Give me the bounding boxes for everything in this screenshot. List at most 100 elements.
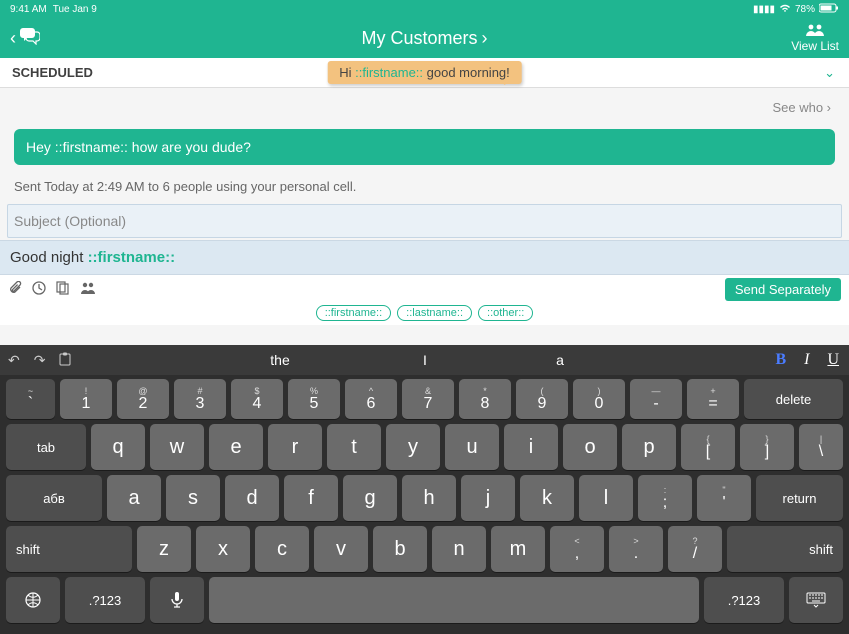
key-l[interactable]: l bbox=[579, 475, 633, 521]
key-i[interactable]: i bbox=[504, 424, 558, 470]
key-r[interactable]: r bbox=[268, 424, 322, 470]
key-tab[interactable]: tab bbox=[6, 424, 86, 470]
key-u[interactable]: u bbox=[445, 424, 499, 470]
key-g[interactable]: g bbox=[343, 475, 397, 521]
wifi-icon bbox=[779, 3, 791, 16]
key-shift-left[interactable]: shift bbox=[6, 526, 132, 572]
key-left-bracket[interactable]: {[ bbox=[681, 424, 735, 470]
key-semicolon[interactable]: :; bbox=[638, 475, 692, 521]
chevron-down-icon[interactable]: ⌄ bbox=[824, 65, 835, 81]
key-j[interactable]: j bbox=[461, 475, 515, 521]
key-lang[interactable]: абв bbox=[6, 475, 102, 521]
key-space[interactable] bbox=[209, 577, 699, 623]
key-quote[interactable]: "' bbox=[697, 475, 751, 521]
placeholder-pills: ::firstname:: ::lastname:: ::other:: bbox=[0, 303, 849, 325]
key-s[interactable]: s bbox=[166, 475, 220, 521]
suggestion-2[interactable]: I bbox=[375, 352, 475, 368]
italic-icon[interactable]: I bbox=[804, 351, 809, 369]
send-separately-button[interactable]: Send Separately bbox=[725, 278, 841, 301]
scheduled-label: SCHEDULED bbox=[12, 65, 93, 80]
key-t[interactable]: t bbox=[327, 424, 381, 470]
compose-toolbar: Send Separately bbox=[0, 275, 849, 303]
page-title-button[interactable]: My Customers › bbox=[361, 28, 487, 49]
suggestion-1[interactable]: the bbox=[230, 352, 330, 368]
key-k[interactable]: k bbox=[520, 475, 574, 521]
status-bar: 9:41 AM Tue Jan 9 ▮▮▮▮ 78% bbox=[0, 0, 849, 18]
key-globe[interactable] bbox=[6, 577, 60, 623]
people-icon bbox=[806, 24, 824, 39]
message-body-input[interactable]: Good night ::firstname:: bbox=[0, 240, 849, 275]
key-h[interactable]: h bbox=[402, 475, 456, 521]
battery-pct: 78% bbox=[795, 4, 815, 15]
undo-icon[interactable]: ↶ bbox=[8, 352, 20, 369]
key-right-bracket[interactable]: }] bbox=[740, 424, 794, 470]
pill-other[interactable]: ::other:: bbox=[478, 305, 533, 321]
key-2[interactable]: @2 bbox=[117, 379, 169, 419]
key-tilde[interactable]: ~` bbox=[6, 379, 55, 419]
key-q[interactable]: q bbox=[91, 424, 145, 470]
status-time: 9:41 AM bbox=[10, 4, 47, 15]
key-mic[interactable] bbox=[150, 577, 204, 623]
key-dismiss-keyboard[interactable] bbox=[789, 577, 843, 623]
key-backslash[interactable]: |\ bbox=[799, 424, 843, 470]
key-num-left[interactable]: .?123 bbox=[65, 577, 145, 623]
onscreen-keyboard: ↶ ↷ the I a B I U ~` !1 @2 #3 $4 %5 ^6 &… bbox=[0, 345, 849, 634]
key-8[interactable]: *8 bbox=[459, 379, 511, 419]
key-9[interactable]: (9 bbox=[516, 379, 568, 419]
key-c[interactable]: c bbox=[255, 526, 309, 572]
key-p[interactable]: p bbox=[622, 424, 676, 470]
key-3[interactable]: #3 bbox=[174, 379, 226, 419]
key-a[interactable]: a bbox=[107, 475, 161, 521]
template-icon[interactable] bbox=[56, 281, 70, 298]
clock-icon[interactable] bbox=[32, 281, 46, 298]
key-n[interactable]: n bbox=[432, 526, 486, 572]
recipients-icon[interactable] bbox=[80, 281, 96, 297]
keyboard-toolbar: ↶ ↷ the I a B I U bbox=[0, 345, 849, 375]
scheduled-preview-bubble: Hi ::firstname:: good morning! bbox=[327, 61, 522, 84]
key-x[interactable]: x bbox=[196, 526, 250, 572]
key-1[interactable]: !1 bbox=[60, 379, 112, 419]
key-dash[interactable]: —- bbox=[630, 379, 682, 419]
key-d[interactable]: d bbox=[225, 475, 279, 521]
redo-icon[interactable]: ↷ bbox=[34, 352, 46, 369]
scheduled-row[interactable]: SCHEDULED Hi ::firstname:: good morning!… bbox=[0, 58, 849, 88]
chevron-right-icon: › bbox=[482, 28, 488, 49]
clipboard-icon[interactable] bbox=[59, 352, 71, 369]
key-w[interactable]: w bbox=[150, 424, 204, 470]
key-y[interactable]: y bbox=[386, 424, 440, 470]
key-0[interactable]: )0 bbox=[573, 379, 625, 419]
key-equals[interactable]: += bbox=[687, 379, 739, 419]
key-period[interactable]: >. bbox=[609, 526, 663, 572]
underline-icon[interactable]: U bbox=[827, 351, 839, 369]
key-e[interactable]: e bbox=[209, 424, 263, 470]
key-shift-right[interactable]: shift bbox=[727, 526, 843, 572]
subject-input[interactable]: Subject (Optional) bbox=[7, 204, 842, 238]
battery-icon bbox=[819, 3, 839, 16]
bold-icon[interactable]: B bbox=[775, 351, 786, 369]
see-who-link[interactable]: See who › bbox=[0, 88, 849, 123]
key-6[interactable]: ^6 bbox=[345, 379, 397, 419]
pill-firstname[interactable]: ::firstname:: bbox=[316, 305, 391, 321]
key-4[interactable]: $4 bbox=[231, 379, 283, 419]
key-5[interactable]: %5 bbox=[288, 379, 340, 419]
key-b[interactable]: b bbox=[373, 526, 427, 572]
key-delete[interactable]: delete bbox=[744, 379, 843, 419]
chevron-left-icon: ‹ bbox=[10, 28, 16, 49]
view-list-button[interactable]: View List bbox=[791, 24, 839, 53]
key-comma[interactable]: <, bbox=[550, 526, 604, 572]
key-slash[interactable]: ?/ bbox=[668, 526, 722, 572]
back-button[interactable]: ‹ bbox=[10, 27, 40, 50]
status-date: Tue Jan 9 bbox=[53, 4, 97, 15]
key-o[interactable]: o bbox=[563, 424, 617, 470]
key-num-right[interactable]: .?123 bbox=[704, 577, 784, 623]
suggestion-3[interactable]: a bbox=[510, 352, 610, 368]
key-v[interactable]: v bbox=[314, 526, 368, 572]
key-m[interactable]: m bbox=[491, 526, 545, 572]
attachment-icon[interactable] bbox=[8, 281, 22, 298]
pill-lastname[interactable]: ::lastname:: bbox=[397, 305, 472, 321]
key-z[interactable]: z bbox=[137, 526, 191, 572]
key-f[interactable]: f bbox=[284, 475, 338, 521]
sent-message-row: Hey ::firstname:: how are you dude? bbox=[0, 123, 849, 171]
key-7[interactable]: &7 bbox=[402, 379, 454, 419]
key-return[interactable]: return bbox=[756, 475, 843, 521]
